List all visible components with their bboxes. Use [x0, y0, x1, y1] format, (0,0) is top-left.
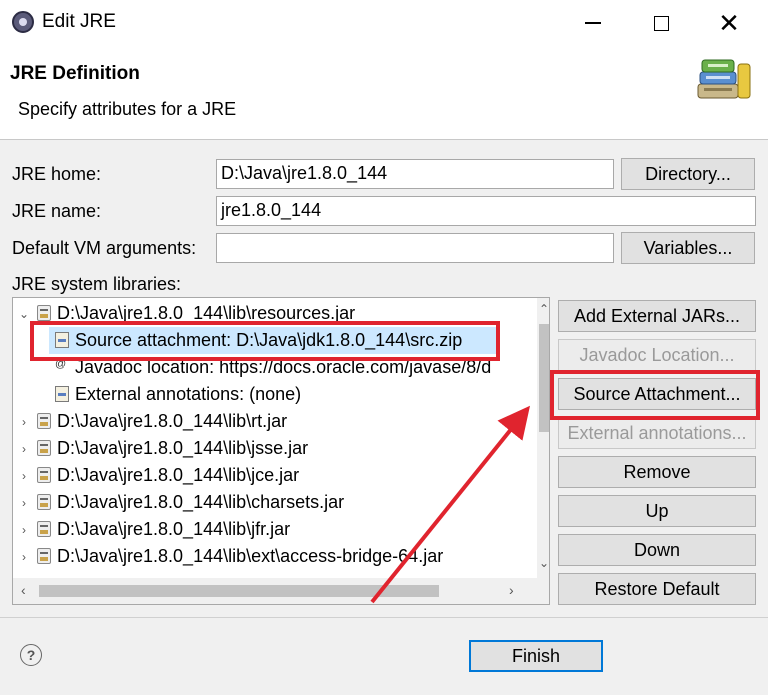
- tree-row[interactable]: › D:\Java\jre1.8.0_144\lib\jfr.jar: [13, 516, 533, 543]
- tree-row[interactable]: › D:\Java\jre1.8.0_144\lib\jsse.jar: [13, 435, 533, 462]
- library-books-icon: [697, 59, 751, 99]
- remove-button[interactable]: Remove: [558, 456, 756, 488]
- tree-row-label: D:\Java\jre1.8.0_144\lib\charsets.jar: [57, 492, 345, 512]
- jre-home-input[interactable]: D:\Java\jre1.8.0_144: [216, 159, 614, 189]
- source-attachment-icon: [55, 332, 69, 348]
- libraries-label: JRE system libraries:: [12, 274, 182, 294]
- jar-icon: [37, 305, 51, 321]
- scroll-corner: [537, 578, 549, 604]
- jre-name-label: JRE name:: [12, 201, 102, 221]
- tree-horizontal-scrollbar[interactable]: ‹ ›: [13, 578, 537, 604]
- maximize-button[interactable]: [638, 0, 684, 46]
- minimize-icon: [585, 22, 601, 24]
- expand-chevron-icon[interactable]: ›: [17, 523, 31, 537]
- header-description: Specify attributes for a JRE: [18, 99, 237, 119]
- tree-row-label: D:\Java\jre1.8.0_144\lib\ext\access-brid…: [57, 546, 444, 566]
- external-annotations-button[interactable]: External annotations...: [558, 417, 756, 449]
- tree-row[interactable]: › D:\Java\jre1.8.0_144\lib\charsets.jar: [13, 489, 533, 516]
- up-button[interactable]: Up: [558, 495, 756, 527]
- restore-default-button[interactable]: Restore Default: [558, 573, 756, 605]
- vertical-scroll-thumb[interactable]: [539, 324, 549, 432]
- source-attachment-button[interactable]: Source Attachment...: [558, 378, 756, 410]
- tree-row[interactable]: › D:\Java\jre1.8.0_144\lib\ext\access-br…: [13, 543, 533, 570]
- tree-row[interactable]: External annotations: (none): [49, 381, 499, 408]
- jar-icon: [37, 467, 51, 483]
- javadoc-location-button[interactable]: Javadoc Location...: [558, 339, 756, 371]
- javadoc-icon: @: [55, 358, 67, 370]
- add-external-jars-button[interactable]: Add External JARs...: [558, 300, 756, 332]
- jar-icon: [37, 548, 51, 564]
- close-button[interactable]: ✕: [706, 0, 752, 46]
- expand-chevron-icon[interactable]: ›: [17, 415, 31, 429]
- tree-row-label: External annotations: (none): [75, 384, 302, 404]
- eclipse-app-icon: [12, 11, 34, 33]
- vm-args-input[interactable]: [216, 233, 614, 263]
- jre-home-label: JRE home:: [12, 164, 102, 184]
- tree-row[interactable]: › D:\Java\jre1.8.0_144\lib\rt.jar: [13, 408, 533, 435]
- libraries-tree[interactable]: ⌄ D:\Java\jre1.8.0_144\lib\resources.jar…: [12, 297, 550, 605]
- collapse-chevron-icon[interactable]: ⌄: [17, 307, 31, 321]
- directory-button[interactable]: Directory...: [621, 158, 755, 190]
- tree-row[interactable]: › D:\Java\jre1.8.0_144\lib\jce.jar: [13, 462, 533, 489]
- header-title: JRE Definition: [10, 63, 140, 84]
- tree-vertical-scrollbar[interactable]: ⌃ ⌄: [537, 298, 549, 578]
- tree-row[interactable]: @ Javadoc location: https://docs.oracle.…: [49, 354, 537, 381]
- down-button[interactable]: Down: [558, 534, 756, 566]
- jar-icon: [37, 494, 51, 510]
- minimize-button[interactable]: [570, 0, 616, 46]
- close-icon: ✕: [718, 8, 740, 38]
- title-bar: Edit JRE ✕: [0, 0, 768, 46]
- finish-button[interactable]: Finish: [469, 640, 603, 672]
- window-title: Edit JRE: [42, 11, 116, 32]
- tree-row[interactable]: ⌄ D:\Java\jre1.8.0_144\lib\resources.jar: [13, 300, 533, 327]
- expand-chevron-icon[interactable]: ›: [17, 550, 31, 564]
- scroll-right-icon[interactable]: ›: [509, 582, 514, 598]
- expand-chevron-icon[interactable]: ›: [17, 496, 31, 510]
- jar-icon: [37, 440, 51, 456]
- jar-icon: [37, 521, 51, 537]
- tree-row-label: D:\Java\jre1.8.0_144\lib\resources.jar: [57, 303, 356, 323]
- tree-row-label: D:\Java\jre1.8.0_144\lib\jfr.jar: [57, 519, 291, 539]
- expand-chevron-icon[interactable]: ›: [17, 469, 31, 483]
- help-icon[interactable]: ?: [20, 644, 42, 666]
- scroll-left-icon[interactable]: ‹: [21, 582, 26, 598]
- scroll-up-icon[interactable]: ⌃: [537, 302, 549, 316]
- tree-row-label: D:\Java\jre1.8.0_144\lib\jce.jar: [57, 465, 300, 485]
- tree-row-label: Source attachment: D:\Java\jdk1.8.0_144\…: [75, 330, 463, 350]
- horizontal-scroll-thumb[interactable]: [39, 585, 439, 597]
- tree-row-label: Javadoc location: https://docs.oracle.co…: [75, 357, 492, 377]
- footer-separator: [0, 617, 768, 618]
- scroll-down-icon[interactable]: ⌄: [537, 556, 549, 570]
- tree-row[interactable]: Source attachment: D:\Java\jdk1.8.0_144\…: [49, 327, 499, 354]
- dialog-header: JRE Definition Specify attributes for a …: [0, 46, 768, 140]
- jre-name-input[interactable]: jre1.8.0_144: [216, 196, 756, 226]
- maximize-icon: [653, 15, 669, 31]
- variables-button[interactable]: Variables...: [621, 232, 755, 264]
- jar-icon: [37, 413, 51, 429]
- tree-row-label: D:\Java\jre1.8.0_144\lib\rt.jar: [57, 411, 288, 431]
- tree-row-label: D:\Java\jre1.8.0_144\lib\jsse.jar: [57, 438, 309, 458]
- vm-args-label: Default VM arguments:: [12, 238, 197, 258]
- expand-chevron-icon[interactable]: ›: [17, 442, 31, 456]
- annotations-icon: [55, 386, 69, 402]
